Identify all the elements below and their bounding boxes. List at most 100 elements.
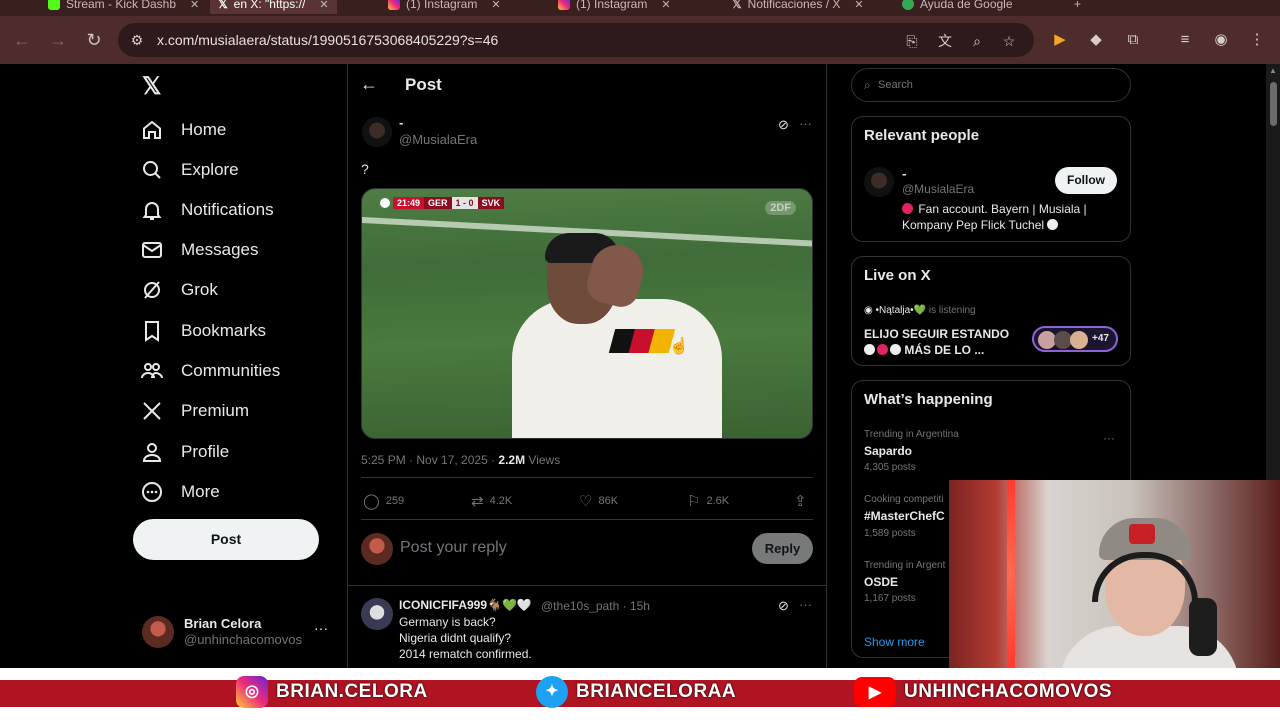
webcam-overlay (949, 480, 1280, 668)
browser-tab-bar: Stream - Kick Dashb ✕ 𝕏 en X: "https://✕ … (0, 0, 1280, 16)
back-icon[interactable]: ← (10, 28, 34, 52)
search-input[interactable]: ⌕ Search (851, 68, 1131, 102)
banner-twitter: ✦ BRIANCELORAA (536, 676, 736, 708)
grok-icon[interactable]: ⊘ (778, 598, 789, 614)
listeners-pill[interactable]: +47 (1032, 326, 1118, 352)
nav-profile[interactable]: Profile (140, 432, 229, 472)
grok-icon[interactable]: ⊘ (778, 117, 789, 133)
repost-action[interactable]: ⇄ 4.2K (471, 492, 512, 510)
bookmark-action[interactable]: ⚐ 2.6K (687, 492, 729, 510)
home-icon (143, 120, 161, 139)
more-icon[interactable]: ··· (799, 597, 812, 612)
translate-icon[interactable]: 文 (935, 31, 955, 51)
instagram-icon (388, 0, 400, 10)
author-avatar[interactable] (362, 117, 392, 147)
like-action[interactable]: ♡ 86K (579, 492, 618, 510)
reply-input[interactable]: Post your reply (400, 539, 507, 557)
browser-tab[interactable]: Ayuda de Google (894, 0, 1021, 14)
comment-avatar[interactable] (361, 598, 393, 630)
trend-item[interactable]: #MasterChefC (864, 509, 945, 523)
kick-icon (48, 0, 60, 10)
address-bar[interactable]: ⚙ x.com/musialaera/status/19905167530684… (118, 23, 1034, 57)
close-icon[interactable]: ✕ (491, 0, 500, 11)
account-switcher[interactable]: Brian Celora @unhinchacomovos ··· (142, 614, 342, 650)
puzzle-icon[interactable]: ⧉ (1122, 29, 1144, 51)
nav-messages[interactable]: Messages (140, 230, 258, 270)
reply-action[interactable]: ◯ 259 (363, 492, 404, 510)
banner-youtube: ▶ UNHINCHACOMOVOS (854, 676, 1112, 708)
site-info-icon[interactable]: ⚙ (128, 31, 146, 49)
trend-item[interactable]: OSDE (864, 575, 898, 589)
person-icon (142, 443, 162, 462)
post-text: ? (361, 161, 369, 177)
nav-explore[interactable]: Explore (140, 150, 239, 190)
nav-home[interactable]: Home (140, 110, 226, 150)
comment-author-name[interactable]: ICONICFIFA999🐐💚🤍 (399, 598, 532, 612)
close-icon[interactable]: ✕ (319, 0, 328, 11)
grok-icon (144, 281, 160, 299)
reply-icon: ◯ (363, 493, 380, 510)
broadcaster-logo: 2DF (765, 201, 796, 215)
comment-author-handle[interactable]: @the10s_path · 15h (541, 599, 650, 613)
heart-icon: ♡ (579, 493, 593, 510)
nav-more[interactable]: More (140, 472, 220, 512)
close-icon[interactable]: ✕ (661, 0, 670, 11)
avatar[interactable] (864, 167, 894, 197)
browser-tab[interactable]: (1) Instagram ✕ (550, 0, 679, 14)
more-icon[interactable]: ··· (1103, 431, 1115, 445)
nav-bookmarks[interactable]: Bookmarks (140, 311, 266, 351)
new-tab-button[interactable]: + (1066, 0, 1089, 14)
more-icon[interactable]: ··· (314, 620, 328, 636)
bookmark-star-icon[interactable]: ☆ (999, 31, 1019, 51)
close-icon[interactable]: ✕ (854, 0, 863, 11)
post-meta: 5:25 PM · Nov 17, 2025 · 2.2M Views (361, 453, 561, 467)
nav-premium[interactable]: Premium (140, 391, 249, 431)
forward-icon[interactable]: → (46, 28, 70, 52)
post-button[interactable]: Post (133, 519, 319, 560)
trend-item[interactable]: Sapardo (864, 444, 912, 458)
scroll-up-icon[interactable]: ▲ (1269, 66, 1277, 75)
nav-communities[interactable]: Communities (140, 351, 280, 391)
media-controls-icon[interactable]: ≡ (1174, 29, 1196, 51)
more-icon[interactable]: ··· (799, 116, 812, 131)
reload-icon[interactable]: ↻ (82, 28, 106, 52)
show-more-link[interactable]: Show more (864, 635, 925, 649)
author-handle[interactable]: @MusialaEra (399, 132, 477, 147)
zoom-icon[interactable]: ⌕ (967, 31, 987, 51)
play-extension-icon[interactable]: ▶ (1049, 29, 1071, 51)
install-app-icon[interactable]: ⎘ (902, 31, 922, 51)
search-icon: ⌕ (864, 78, 871, 92)
divider (348, 585, 826, 586)
scrollbar-thumb[interactable] (1270, 82, 1277, 126)
banner-instagram: ◎ BRIAN.CELORA (236, 676, 428, 708)
url-text[interactable]: x.com/musialaera/status/1990516753068405… (157, 32, 498, 48)
extension-icon[interactable]: ◆ (1085, 29, 1107, 51)
instagram-icon (558, 0, 570, 10)
follow-button[interactable]: Follow (1055, 167, 1117, 194)
panel-title: What’s happening (864, 391, 993, 408)
close-icon[interactable]: ✕ (190, 0, 199, 11)
nav-notifications[interactable]: Notifications (140, 190, 274, 230)
panel-title: Live on X (864, 267, 931, 284)
reply-button[interactable]: Reply (752, 533, 813, 564)
browser-tab[interactable]: (1) Instagram ✕ (380, 0, 509, 14)
profile-icon[interactable]: ◉ (1210, 29, 1232, 51)
host-avatar-icon: ◉ (864, 305, 873, 316)
browser-tab-active[interactable]: 𝕏 en X: "https://✕ (210, 0, 337, 14)
space-host[interactable]: ◉ •Nątalja•💚 is listening (864, 305, 976, 316)
browser-tab[interactable]: Stream - Kick Dashb ✕ (40, 0, 207, 14)
comment-text-line: 2014 rematch confirmed. (399, 647, 532, 661)
post-column: ← Post - @MusialaEra ⊘ ··· ? 21:49 GER 1… (347, 64, 827, 668)
x-logo-icon: 𝕏 (732, 0, 742, 11)
author-name[interactable]: - (399, 115, 403, 130)
back-arrow-icon[interactable]: ← (360, 74, 378, 95)
post-video[interactable]: 21:49 GER 1 - 0 SVK 2DF ☝ (361, 188, 813, 439)
x-logo-icon[interactable]: 𝕏 (142, 75, 164, 99)
space-title[interactable]: ELIJO SEGUIR ESTANDO MÁS DE LO ... (864, 326, 1024, 358)
browser-tab[interactable]: 𝕏 Notificaciones / X ✕ (724, 0, 872, 14)
nav-grok[interactable]: Grok (140, 270, 218, 310)
scorebug: 21:49 GER 1 - 0 SVK (380, 197, 505, 209)
divider (361, 477, 813, 478)
menu-icon[interactable]: ⋮ (1246, 29, 1268, 51)
share-action[interactable]: ⇪ (794, 492, 807, 510)
